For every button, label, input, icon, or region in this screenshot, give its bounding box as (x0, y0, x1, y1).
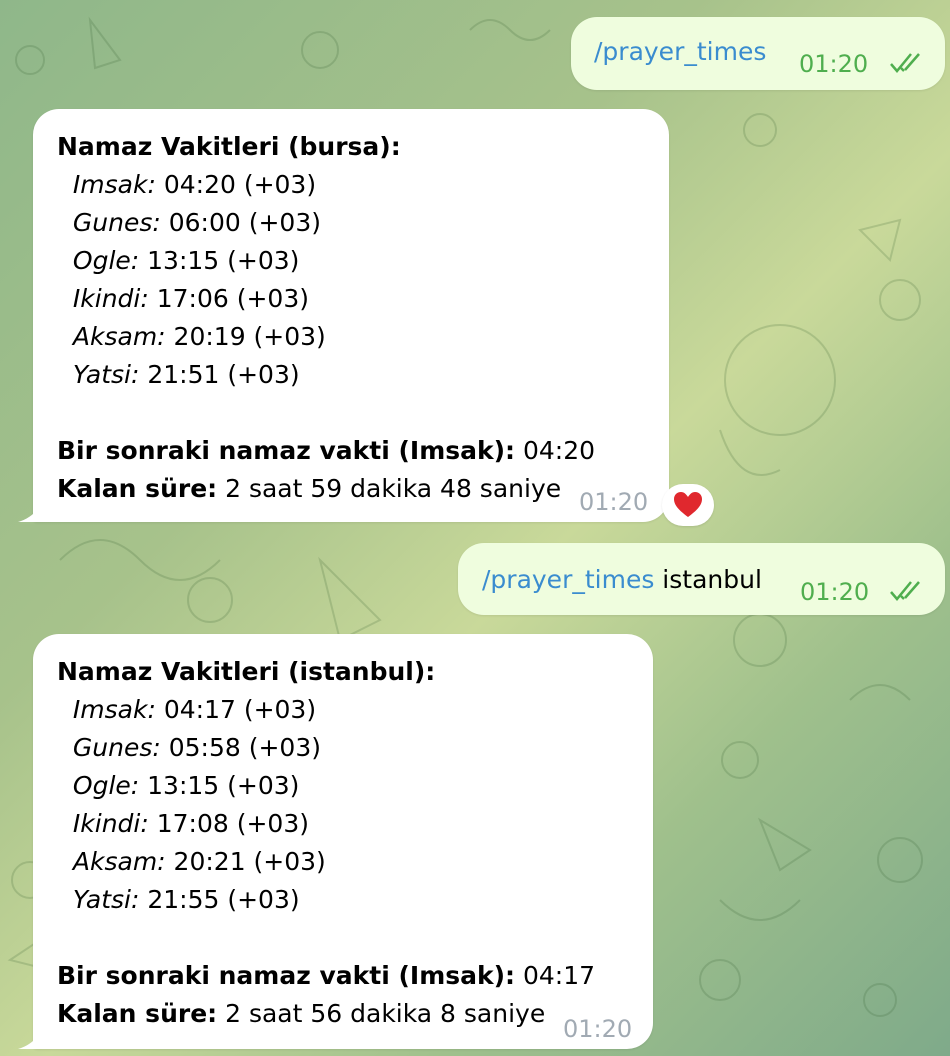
message-time: 01:20 (563, 1015, 633, 1043)
remaining-label: Kalan süre: (57, 999, 218, 1028)
time-row: Gunes: 05:58 (+03) (57, 729, 595, 767)
remaining-value: 2 saat 56 dakika 8 saniye (217, 999, 546, 1028)
next-prayer-value: 04:20 (515, 436, 596, 465)
next-prayer-row: Bir sonraki namaz vakti (Imsak): 04:17 (57, 957, 595, 995)
time-row: Gunes: 06:00 (+03) (57, 204, 595, 242)
time-name: Imsak: (72, 695, 156, 724)
time-name: Yatsi: (72, 360, 140, 389)
command-args: istanbul (654, 565, 762, 594)
time-value: 04:17 (+03) (155, 695, 317, 724)
time-name: Ogle: (72, 771, 140, 800)
time-row: Ogle: 13:15 (+03) (57, 242, 595, 280)
remaining-row: Kalan süre: 2 saat 56 dakika 8 saniye (57, 995, 595, 1033)
command-link[interactable]: /prayer_times (594, 33, 766, 71)
time-value: 20:21 (+03) (165, 847, 326, 876)
double-check-icon (889, 576, 931, 614)
time-value: 04:20 (+03) (155, 170, 317, 199)
time-row: Imsak: 04:20 (+03) (57, 166, 595, 204)
time-row: Ikindi: 17:08 (+03) (57, 805, 595, 843)
outgoing-message[interactable]: /prayer_times istanbul 01:20 (458, 543, 945, 615)
heart-icon (674, 492, 702, 517)
outgoing-message[interactable]: /prayer_times 01:20 (571, 17, 945, 90)
time-value: 13:15 (+03) (139, 246, 300, 275)
remaining-label: Kalan süre: (57, 474, 218, 503)
time-row: Yatsi: 21:51 (+03) (57, 356, 595, 394)
incoming-message[interactable]: Namaz Vakitleri (bursa): Imsak: 04:20 (+… (33, 109, 669, 522)
time-name: Ikindi: (72, 284, 149, 313)
time-name: Ogle: (72, 246, 140, 275)
remaining-row: Kalan süre: 2 saat 59 dakika 48 saniye (57, 470, 595, 508)
time-name: Aksam: (72, 322, 166, 351)
time-row: Aksam: 20:19 (+03) (57, 318, 595, 356)
time-name: Yatsi: (72, 885, 140, 914)
time-value: 21:55 (+03) (139, 885, 300, 914)
message-time: 01:20 (579, 488, 649, 516)
double-check-icon (889, 48, 931, 86)
message-text: /prayer_times istanbul (482, 561, 762, 599)
time-row: Ikindi: 17:06 (+03) (57, 280, 595, 318)
time-value: 20:19 (+03) (165, 322, 326, 351)
time-value: 21:51 (+03) (139, 360, 300, 389)
remaining-value: 2 saat 59 dakika 48 saniye (217, 474, 562, 503)
time-name: Gunes: (72, 208, 161, 237)
time-row: Imsak: 04:17 (+03) (57, 691, 595, 729)
next-prayer-label: Bir sonraki namaz vakti (Imsak): (57, 961, 516, 990)
time-row: Ogle: 13:15 (+03) (57, 767, 595, 805)
time-value: 13:15 (+03) (139, 771, 300, 800)
time-value: 17:06 (+03) (148, 284, 310, 313)
time-value: 06:00 (+03) (160, 208, 322, 237)
reaction-badge[interactable] (662, 484, 714, 526)
time-value: 05:58 (+03) (160, 733, 322, 762)
message-title: Namaz Vakitleri (bursa): (57, 132, 401, 161)
incoming-message[interactable]: Namaz Vakitleri (istanbul): Imsak: 04:17… (33, 634, 653, 1049)
bubble-tail (18, 506, 40, 522)
bubble-tail (18, 1033, 40, 1049)
time-name: Imsak: (72, 170, 156, 199)
time-name: Aksam: (72, 847, 166, 876)
command-link[interactable]: /prayer_times (482, 565, 654, 594)
time-row: Yatsi: 21:55 (+03) (57, 881, 595, 919)
time-row: Aksam: 20:21 (+03) (57, 843, 595, 881)
message-time: 01:20 (800, 578, 870, 606)
message-time: 01:20 (799, 50, 869, 78)
next-prayer-label: Bir sonraki namaz vakti (Imsak): (57, 436, 516, 465)
next-prayer-value: 04:17 (515, 961, 596, 990)
time-name: Gunes: (72, 733, 161, 762)
next-prayer-row: Bir sonraki namaz vakti (Imsak): 04:20 (57, 432, 595, 470)
time-name: Ikindi: (72, 809, 149, 838)
time-value: 17:08 (+03) (148, 809, 310, 838)
message-title: Namaz Vakitleri (istanbul): (57, 657, 436, 686)
